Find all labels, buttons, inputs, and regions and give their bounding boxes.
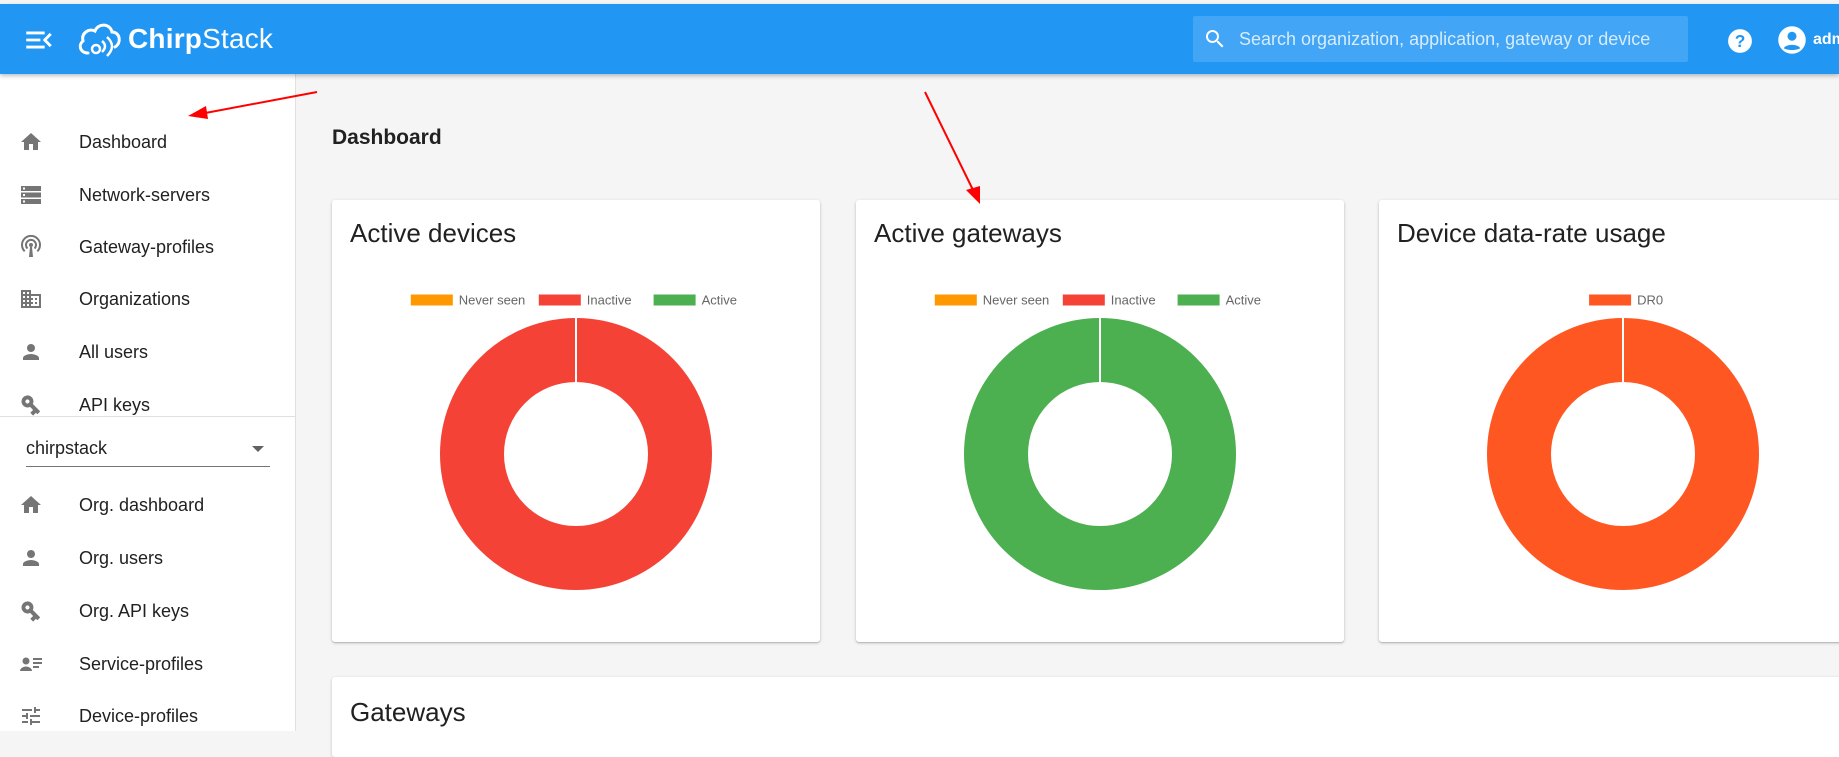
sidebar-item-label: Device-profiles xyxy=(79,705,199,726)
organization-select[interactable]: chirpstack xyxy=(26,432,270,467)
account-circle-icon xyxy=(1778,26,1806,54)
server-icon xyxy=(21,186,41,204)
annotation-arrow-active-gateways xyxy=(924,91,975,193)
sidebar-item-label: Org. users xyxy=(79,547,164,568)
arrow-drop-down-icon xyxy=(252,446,264,452)
radio-tower-icon xyxy=(21,235,41,257)
legend-swatch[interactable] xyxy=(1062,294,1105,306)
gateways-card: Gateways xyxy=(332,677,1839,757)
tune-icon xyxy=(22,707,40,725)
help-icon[interactable]: ? xyxy=(1727,28,1753,54)
legend-label[interactable]: Inactive xyxy=(587,293,632,308)
sidebar-item-org-users[interactable]: Org. users xyxy=(0,533,295,583)
active-gateways-chart: Never seen Inactive Active xyxy=(934,293,1261,590)
sidebar-item-label: Org. API keys xyxy=(79,600,190,621)
collapse-menu-button[interactable] xyxy=(22,23,56,57)
sidebar-item-label: Service-profiles xyxy=(79,653,204,674)
person-icon xyxy=(23,550,39,566)
cloud-logo-icon xyxy=(78,23,121,57)
app-bar: ChirpStack ? adm xyxy=(0,4,1839,74)
device-data-rate-usage-chart: DR0 xyxy=(1487,293,1759,590)
active-devices-chart: Never seen Inactive Active xyxy=(410,293,737,590)
sidebar-item-label: Organizations xyxy=(79,288,191,309)
legend-swatch[interactable] xyxy=(1589,294,1632,306)
sidebar-item-label: All users xyxy=(79,341,149,362)
sidebar-item-label: Network-servers xyxy=(79,184,211,205)
legend-label[interactable]: Never seen xyxy=(459,293,525,308)
sidebar-item-dashboard[interactable]: Dashboard xyxy=(0,117,295,167)
sidebar-divider xyxy=(0,416,295,417)
legend-swatch[interactable] xyxy=(653,294,696,306)
person-icon xyxy=(23,344,39,360)
page-title: Dashboard xyxy=(332,126,442,149)
sidebar-item-label: API keys xyxy=(79,394,151,415)
gateways-card-title: Gateways xyxy=(350,697,466,727)
legend-swatch[interactable] xyxy=(1177,294,1220,306)
legend-swatch[interactable] xyxy=(934,294,977,306)
sidebar-item-network-servers[interactable]: Network-servers xyxy=(0,170,295,220)
legend-swatch[interactable] xyxy=(410,294,453,306)
chirpstack-logo[interactable]: ChirpStack xyxy=(76,18,273,60)
legend-label[interactable]: Active xyxy=(1226,293,1261,308)
sidebar-item-service-profiles[interactable]: Service-profiles xyxy=(0,639,295,689)
search-box[interactable] xyxy=(1193,16,1688,62)
organization-select-value: chirpstack xyxy=(26,438,108,458)
sidebar-item-api-keys[interactable]: API keys xyxy=(0,380,295,430)
logo-text: ChirpStack xyxy=(128,23,274,54)
key-icon xyxy=(21,395,41,416)
user-menu-button[interactable]: adm xyxy=(1777,21,1839,59)
sidebar-item-label: Dashboard xyxy=(79,131,168,152)
legend-label[interactable]: Inactive xyxy=(1111,293,1156,308)
domain-icon xyxy=(21,290,41,308)
legend-label[interactable]: Never seen xyxy=(983,293,1049,308)
sidebar: Dashboard Network-servers Gateway-profil… xyxy=(0,74,296,731)
sidebar-item-device-profiles[interactable]: Device-profiles xyxy=(0,691,295,741)
sidebar-item-org-api-keys[interactable]: Org. API keys xyxy=(0,586,295,636)
chart-card-active-devices: Active devices Never seen Inactive Active xyxy=(332,200,820,642)
sidebar-item-organizations[interactable]: Organizations xyxy=(0,274,295,324)
account-details-icon xyxy=(20,657,42,671)
user-name: adm xyxy=(1813,31,1839,48)
sidebar-item-gateway-profiles[interactable]: Gateway-profiles xyxy=(0,222,295,272)
svg-text:?: ? xyxy=(1735,31,1746,51)
chart-card-active-gateways: Active gateways Never seen Inactive Active xyxy=(856,200,1344,642)
search-icon xyxy=(1206,30,1224,48)
sidebar-item-all-users[interactable]: All users xyxy=(0,327,295,377)
search-input[interactable] xyxy=(1237,27,1681,51)
sidebar-item-label: Org. dashboard xyxy=(79,494,205,515)
chart-card-device-data-rate-usage: Device data-rate usage DR0 xyxy=(1379,200,1839,642)
legend-label[interactable]: Active xyxy=(702,293,737,308)
legend-label[interactable]: DR0 xyxy=(1637,293,1663,308)
menu-open-icon xyxy=(26,31,52,49)
legend-swatch[interactable] xyxy=(538,294,581,306)
home-icon xyxy=(21,133,41,150)
sidebar-item-label: Gateway-profiles xyxy=(79,236,215,257)
sidebar-item-org-dashboard[interactable]: Org. dashboard xyxy=(0,480,295,530)
key-icon xyxy=(21,601,41,622)
home-icon xyxy=(21,496,41,513)
